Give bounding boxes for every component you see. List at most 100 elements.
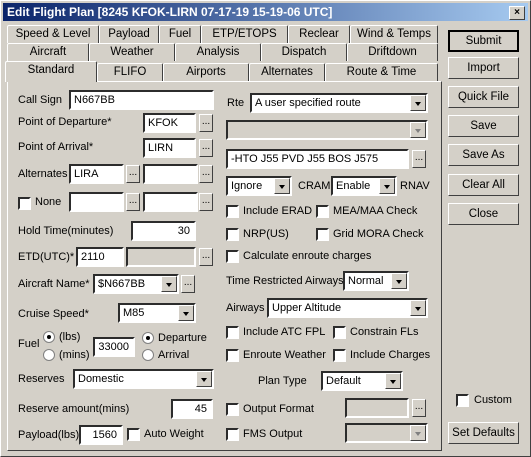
tab-analysis[interactable]: Analysis: [175, 43, 261, 61]
rnav-select[interactable]: Enable: [331, 176, 397, 196]
close-button[interactable]: Close: [448, 203, 519, 225]
chevron-down-icon[interactable]: [161, 276, 177, 292]
tab-airports[interactable]: Airports: [163, 63, 249, 81]
none-field1-input[interactable]: [69, 192, 124, 212]
departure-radio[interactable]: [142, 332, 154, 344]
fms-output-checkbox[interactable]: [226, 428, 239, 441]
none-field2-browse-button[interactable]: ...: [199, 193, 213, 211]
fuel-lbs-radio[interactable]: [43, 331, 55, 343]
auto-weight-checkbox[interactable]: [127, 428, 140, 441]
mea-maa-checkbox[interactable]: [316, 205, 329, 218]
chevron-down-icon[interactable]: [274, 178, 290, 194]
airways-value: Upper Altitude: [272, 302, 342, 314]
route-string-input[interactable]: -HTO J55 PVD J55 BOS J575: [226, 149, 409, 169]
import-button[interactable]: Import: [448, 57, 519, 79]
mea-maa-label: MEA/MAA Check: [333, 205, 418, 217]
include-atc-checkbox[interactable]: [226, 326, 239, 339]
payload-input[interactable]: 1560: [79, 425, 123, 445]
tab-dispatch[interactable]: Dispatch: [261, 43, 347, 61]
cruise-speed-select[interactable]: M85: [118, 303, 196, 323]
tab-fuel[interactable]: Fuel: [159, 25, 201, 43]
chevron-down-icon[interactable]: [379, 178, 395, 194]
chevron-down-icon[interactable]: [410, 95, 426, 111]
set-defaults-button[interactable]: Set Defaults: [448, 422, 519, 444]
tab-payload[interactable]: Payload: [99, 25, 159, 43]
fuel-input[interactable]: 33000: [93, 337, 135, 357]
cram-select[interactable]: Ignore: [226, 176, 292, 196]
tab-wind-temps[interactable]: Wind & Temps: [350, 25, 438, 43]
alternate1-input[interactable]: LIRA: [69, 164, 124, 184]
close-icon[interactable]: ×: [509, 6, 525, 20]
reserve-amount-input[interactable]: 45: [171, 399, 213, 419]
departure-input[interactable]: KFOK: [143, 113, 196, 133]
call-sign-input[interactable]: N667BB: [69, 90, 214, 110]
rnav-label: RNAV: [400, 180, 430, 192]
tab-speed-level[interactable]: Speed & Level: [7, 25, 99, 43]
include-erad-checkbox[interactable]: [226, 205, 239, 218]
enroute-weather-checkbox[interactable]: [226, 349, 239, 362]
none-field1-browse-button[interactable]: ...: [126, 193, 140, 211]
chevron-down-icon[interactable]: [410, 300, 426, 316]
aircraft-name-select[interactable]: $N667BB: [93, 274, 179, 294]
include-charges-checkbox[interactable]: [333, 349, 346, 362]
cruise-speed-label: Cruise Speed*: [18, 308, 89, 320]
nrp-checkbox[interactable]: [226, 228, 239, 241]
alternate2-browse-button[interactable]: ...: [199, 165, 213, 183]
grid-mora-checkbox[interactable]: [316, 228, 329, 241]
arrival-radio[interactable]: [142, 349, 154, 361]
chevron-down-icon[interactable]: [196, 371, 212, 387]
tab-standard[interactable]: Standard: [5, 61, 97, 82]
alternate2-input[interactable]: [143, 164, 198, 184]
tab-etp-etops[interactable]: ETP/ETOPS: [201, 25, 288, 43]
fuel-lbs-label: (lbs): [59, 331, 81, 343]
custom-checkbox[interactable]: [456, 394, 469, 407]
calc-enroute-checkbox[interactable]: [226, 250, 239, 263]
rte-select[interactable]: A user specified route: [250, 93, 428, 113]
tab-route-time[interactable]: Route & Time: [325, 63, 438, 81]
tab-reclear[interactable]: Reclear: [288, 25, 350, 43]
reserves-label: Reserves: [18, 373, 65, 385]
etd-browse-button[interactable]: ...: [199, 248, 213, 266]
output-format-checkbox[interactable]: [226, 403, 239, 416]
fuel-mins-radio[interactable]: [43, 349, 55, 361]
time-restricted-label: Time Restricted Airways: [226, 275, 344, 287]
save-button[interactable]: Save: [448, 115, 519, 137]
tab-alternates[interactable]: Alternates: [249, 63, 325, 81]
airways-label: Airways: [226, 302, 265, 314]
window-title: Edit Flight Plan [8245 KFOK-LIRN 07-17-1…: [7, 5, 333, 19]
output-format-browse-button[interactable]: ...: [412, 399, 426, 417]
alternate1-browse-button[interactable]: ...: [126, 165, 140, 183]
plan-type-select[interactable]: Default: [321, 371, 403, 391]
calc-enroute-label: Calculate enroute charges: [243, 250, 372, 262]
departure-browse-button[interactable]: ...: [199, 114, 213, 132]
reserves-select[interactable]: Domestic: [73, 369, 214, 389]
route-secondary-select: [226, 120, 428, 140]
none-checkbox[interactable]: [18, 197, 31, 210]
etd-secondary-input: [126, 247, 196, 267]
aircraft-name-value: $N667BB: [98, 278, 146, 290]
include-charges-label: Include Charges: [350, 349, 431, 361]
airways-select[interactable]: Upper Altitude: [267, 298, 428, 318]
etd-input[interactable]: 2110: [76, 247, 124, 267]
chevron-down-icon[interactable]: [385, 373, 401, 389]
chevron-down-icon[interactable]: [178, 305, 194, 321]
aircraft-name-browse-button[interactable]: ...: [181, 275, 195, 293]
quick-file-button[interactable]: Quick File: [448, 86, 519, 108]
save-as-button[interactable]: Save As: [448, 144, 519, 166]
hold-time-input[interactable]: 30: [131, 221, 196, 241]
submit-button[interactable]: Submit: [448, 30, 519, 52]
chevron-down-icon[interactable]: [391, 273, 407, 289]
tab-aircraft[interactable]: Aircraft: [7, 43, 89, 61]
aircraft-name-label: Aircraft Name*: [18, 278, 90, 290]
arrival-browse-button[interactable]: ...: [199, 139, 213, 157]
none-field2-input[interactable]: [143, 192, 198, 212]
arrival-input[interactable]: LIRN: [143, 138, 196, 158]
tab-driftdown[interactable]: Driftdown: [347, 43, 438, 61]
constrain-fls-checkbox[interactable]: [333, 326, 346, 339]
tab-weather[interactable]: Weather: [89, 43, 175, 61]
clear-all-button[interactable]: Clear All: [448, 174, 519, 196]
tab-flifo[interactable]: FLIFO: [97, 63, 163, 81]
arrival-label: Point of Arrival*: [18, 141, 94, 153]
route-string-browse-button[interactable]: ...: [412, 150, 426, 168]
time-restricted-select[interactable]: Normal: [343, 271, 409, 291]
